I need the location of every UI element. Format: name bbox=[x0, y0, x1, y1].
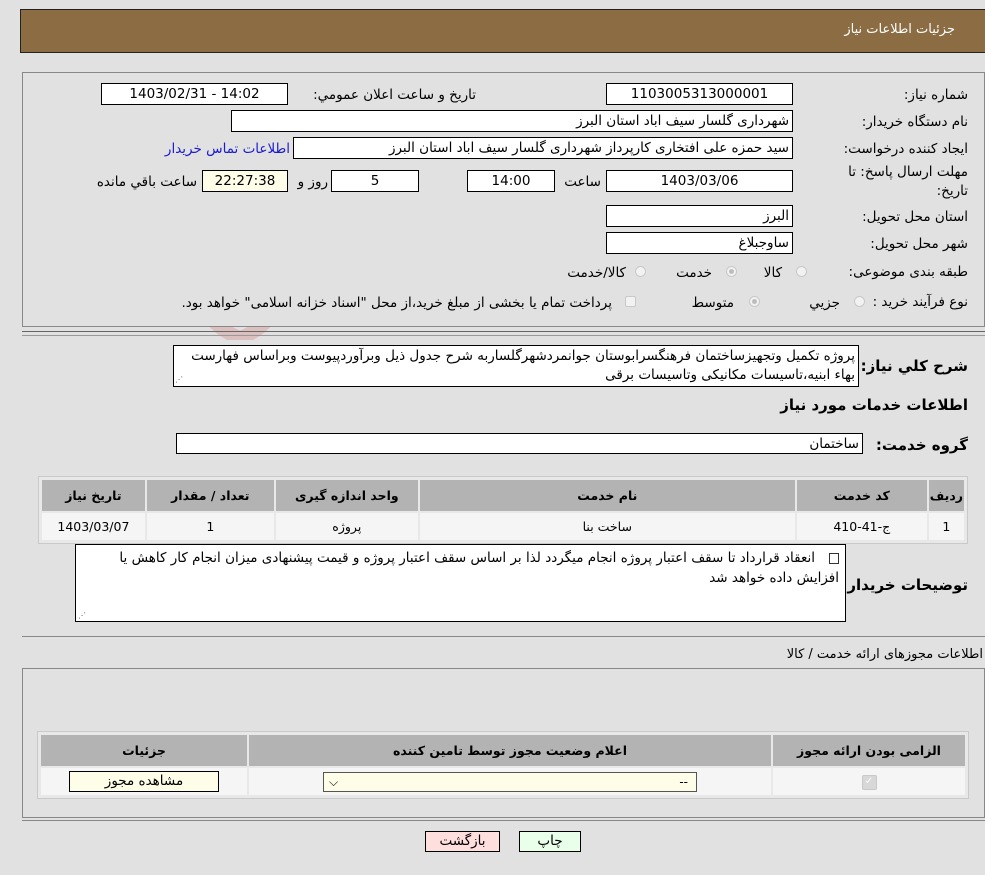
need-number-field: 1103005313000001 bbox=[606, 83, 793, 105]
permit-status-value: -- bbox=[679, 774, 688, 789]
province-field: البرز bbox=[606, 205, 793, 227]
buyer-notes-textarea[interactable]: انعقاد قرارداد تا سقف اعتبار پروژه انجام… bbox=[75, 544, 846, 622]
table-row: 1 ج-41-410 ساخت بنا پروژه 1 1403/03/07 bbox=[40, 511, 967, 542]
category-radio-service[interactable] bbox=[726, 266, 737, 277]
services-section-title: اطلاعات خدمات مورد نیاز bbox=[780, 396, 968, 414]
announce-date-field: 1403/02/31 - 14:02 bbox=[101, 83, 288, 105]
buyer-notes-text: انعقاد قرارداد تا سقف اعتبار پروژه انجام… bbox=[119, 550, 839, 586]
creator-field: سید حمزه علی افتخاری کارپرداز شهرداری گل… bbox=[293, 137, 793, 159]
table-row: ✓ ⌵ -- مشاهده مجوز bbox=[39, 766, 967, 797]
description-label: شرح كلي نياز: bbox=[860, 357, 968, 375]
buyer-contact-link[interactable]: اطلاعات تماس خریدار bbox=[165, 141, 290, 157]
remaining-time-label: ساعت باقي مانده bbox=[96, 174, 197, 190]
divider bbox=[22, 820, 985, 821]
category-radio-goods[interactable] bbox=[796, 266, 807, 277]
cell-quantity: 1 bbox=[144, 511, 276, 542]
announce-date-label: تاریخ و ساعت اعلان عمومي: bbox=[313, 87, 476, 103]
process-radio-medium[interactable] bbox=[749, 296, 760, 307]
services-table: ردیف کد خدمت نام خدمت واحد اندازه گیری ت… bbox=[38, 476, 968, 544]
process-option-minor: جزيي bbox=[809, 295, 840, 311]
print-button[interactable]: چاپ bbox=[519, 831, 581, 852]
divider bbox=[22, 335, 985, 336]
col-quantity: تعداد / مقدار bbox=[144, 478, 276, 513]
category-option-service: خدمت bbox=[676, 265, 712, 281]
col-permit-details: جزئیات bbox=[39, 733, 249, 768]
buyer-org-label: نام دستگاه خریدار: bbox=[861, 114, 968, 130]
deadline-label-date: تاریخ: bbox=[936, 183, 968, 199]
category-option-goods-service: کالا/خدمت bbox=[567, 265, 626, 281]
col-unit: واحد اندازه گیری bbox=[273, 478, 420, 513]
resize-grip-icon[interactable]: ⋰ bbox=[175, 375, 183, 384]
back-button[interactable]: بازگشت bbox=[425, 831, 500, 852]
creator-label: ایجاد کننده درخواست: bbox=[843, 141, 968, 157]
need-number-label: شماره نیاز: bbox=[903, 87, 968, 103]
cell-need-date: 1403/03/07 bbox=[40, 511, 147, 542]
deadline-time-label: ساعت bbox=[564, 174, 601, 190]
treasury-checkbox[interactable] bbox=[625, 296, 636, 307]
treasury-note: پرداخت تمام یا بخشی از مبلغ خرید،از محل … bbox=[181, 295, 612, 311]
process-option-medium: متوسط bbox=[691, 295, 734, 311]
page-title: جزئیات اطلاعات نیاز bbox=[844, 22, 955, 37]
process-type-label: نوع فرآیند خرید : bbox=[872, 294, 968, 310]
col-need-date: تاریخ نیاز bbox=[40, 478, 147, 513]
service-group-label: گروه خدمت: bbox=[875, 436, 968, 454]
page-header: جزئیات اطلاعات نیاز bbox=[20, 9, 985, 53]
permits-section-title: اطلاعات مجوزهای ارائه خدمت / کالا bbox=[786, 647, 983, 662]
city-field: ساوجبلاغ bbox=[606, 232, 793, 254]
category-radio-goods-service[interactable] bbox=[635, 266, 646, 277]
cell-row-number: 1 bbox=[926, 511, 967, 542]
city-label: شهر محل تحویل: bbox=[870, 236, 968, 252]
description-textarea[interactable]: پروژه تکمیل وتجهیزساختمان فرهنگسرابوستان… bbox=[173, 345, 859, 387]
cell-unit: پروژه bbox=[273, 511, 420, 542]
cell-service-name: ساخت بنا bbox=[417, 511, 797, 542]
view-permit-button[interactable]: مشاهده مجوز bbox=[69, 771, 219, 792]
cell-service-code: ج-41-410 bbox=[794, 511, 929, 542]
col-permit-required: الزامی بودن ارائه مجوز bbox=[771, 733, 967, 768]
deadline-time-field: 14:00 bbox=[467, 170, 555, 192]
col-permit-status: اعلام وضعیت مجوز توسط تامین کننده bbox=[247, 733, 773, 768]
col-service-name: نام خدمت bbox=[417, 478, 797, 513]
permits-table: الزامی بودن ارائه مجوز اعلام وضعیت مجوز … bbox=[37, 731, 969, 799]
chevron-down-icon: ⌵ bbox=[329, 774, 339, 789]
remaining-days-field: 5 bbox=[331, 170, 419, 192]
divider bbox=[22, 331, 985, 332]
category-label: طبقه بندی موضوعی: bbox=[848, 264, 968, 280]
permit-required-checkbox[interactable]: ✓ bbox=[861, 774, 877, 790]
remaining-time-field: 22:27:38 bbox=[202, 170, 288, 192]
days-label: روز و bbox=[297, 174, 328, 190]
process-radio-minor[interactable] bbox=[854, 296, 865, 307]
category-option-goods: کالا bbox=[763, 265, 782, 281]
divider bbox=[22, 636, 985, 637]
deadline-label: مهلت ارسال پاسخ: تا bbox=[848, 164, 968, 180]
province-label: استان محل تحویل: bbox=[862, 209, 968, 225]
deadline-date-field: 1403/03/06 bbox=[606, 170, 793, 192]
col-row-number: ردیف bbox=[926, 478, 967, 513]
buyer-org-field: شهرداری گلسار سیف اباد استان البرز bbox=[231, 110, 793, 132]
col-service-code: کد خدمت bbox=[794, 478, 929, 513]
resize-grip-icon[interactable]: ⋰ bbox=[78, 611, 86, 620]
service-group-field: ساختمان bbox=[176, 433, 863, 454]
permit-status-select[interactable]: ⌵ -- bbox=[323, 771, 697, 792]
bullet-box-icon bbox=[829, 552, 839, 564]
buyer-notes-label: توضیحات خریدار: bbox=[841, 576, 968, 594]
